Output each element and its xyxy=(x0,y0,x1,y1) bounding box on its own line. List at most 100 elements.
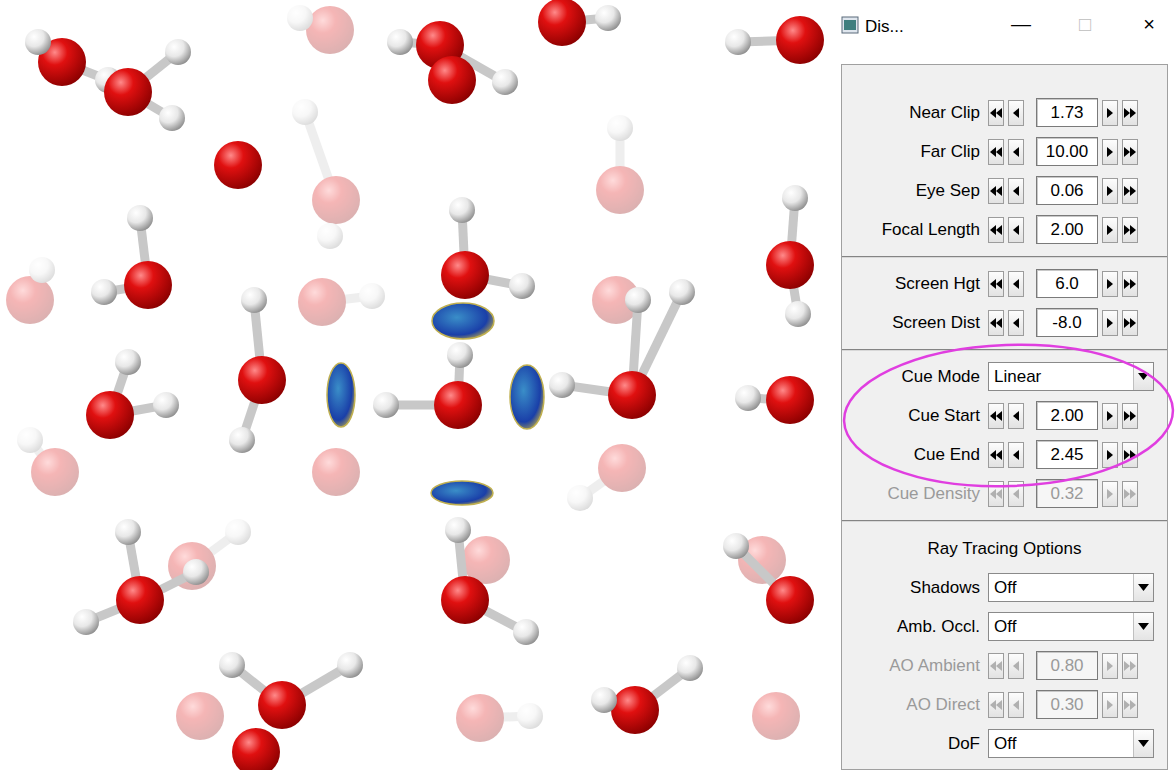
decrease-icon xyxy=(1013,450,1020,460)
increase-icon xyxy=(1107,225,1114,235)
setting-label: Screen Dist xyxy=(842,310,984,336)
setting-row: DoFOff xyxy=(842,724,1167,763)
dropdown-control[interactable]: Off xyxy=(988,612,1154,642)
dropdown-arrow-button[interactable] xyxy=(1133,613,1153,641)
value-field[interactable]: 0.06 xyxy=(1036,176,1098,206)
value-field[interactable]: 2.45 xyxy=(1036,440,1098,470)
dropdown-arrow-button[interactable] xyxy=(1133,363,1153,391)
value-field: 0.80 xyxy=(1036,651,1098,681)
value-field[interactable]: 10.00 xyxy=(1036,137,1098,167)
dropdown-arrow-button[interactable] xyxy=(1133,730,1153,758)
dropdown-field[interactable]: Linear xyxy=(988,362,1154,392)
fast-decrease-button[interactable] xyxy=(988,271,1004,297)
setting-label: AO Direct xyxy=(842,692,984,718)
increase-button[interactable] xyxy=(1102,271,1118,297)
water-molecule xyxy=(752,692,800,740)
value-field[interactable]: 6.0 xyxy=(1036,269,1098,299)
molecule-viewer[interactable] xyxy=(0,0,835,770)
spinner-control[interactable]: 1.73 xyxy=(988,98,1138,128)
value-field[interactable]: 2.00 xyxy=(1036,215,1098,245)
label-text: Screen Hgt xyxy=(895,274,980,293)
fast-decrease-button[interactable] xyxy=(988,139,1004,165)
minimize-button[interactable]: — xyxy=(1001,14,1041,34)
dropdown-control[interactable]: Off xyxy=(988,573,1154,603)
isosurface xyxy=(510,365,544,429)
increase-button[interactable] xyxy=(1102,100,1118,126)
increase-icon xyxy=(1107,108,1114,118)
fast-decrease-button[interactable] xyxy=(988,217,1004,243)
decrease-button[interactable] xyxy=(1008,100,1024,126)
increase-icon xyxy=(1107,700,1114,710)
label-text: Cue Density xyxy=(887,484,980,503)
dropdown-arrow-button[interactable] xyxy=(1133,574,1153,602)
spinner-control[interactable]: 2.45 xyxy=(988,440,1138,470)
group-title: Ray Tracing Options xyxy=(842,528,1167,568)
fast-increase-button[interactable] xyxy=(1122,403,1138,429)
fast-decrease-button[interactable] xyxy=(988,442,1004,468)
decrease-button[interactable] xyxy=(1008,139,1024,165)
fast-increase-icon xyxy=(1124,700,1136,710)
spinner-control[interactable]: 2.00 xyxy=(988,215,1138,245)
increase-button[interactable] xyxy=(1102,217,1118,243)
dropdown-control[interactable]: Off xyxy=(988,729,1154,759)
spinner-control[interactable]: -8.0 xyxy=(988,308,1138,338)
fast-increase-button[interactable] xyxy=(1122,100,1138,126)
close-button[interactable]: × xyxy=(1129,14,1169,34)
dropdown-field[interactable]: Off xyxy=(988,573,1154,603)
fast-decrease-button[interactable] xyxy=(988,178,1004,204)
fast-increase-button[interactable] xyxy=(1122,310,1138,336)
spinner-buttons xyxy=(988,310,1024,336)
decrease-button[interactable] xyxy=(1008,403,1024,429)
molecule-scene[interactable] xyxy=(0,0,835,770)
increase-button[interactable] xyxy=(1102,178,1118,204)
fast-increase-button[interactable] xyxy=(1122,442,1138,468)
dropdown-field[interactable]: Off xyxy=(988,612,1154,642)
water-molecule xyxy=(441,517,539,645)
down-arrow-icon xyxy=(1138,623,1149,630)
fast-increase-icon xyxy=(1124,186,1136,196)
dropdown-field[interactable]: Off xyxy=(988,729,1154,759)
fast-decrease-button[interactable] xyxy=(988,310,1004,336)
fast-decrease-button[interactable] xyxy=(988,403,1004,429)
decrease-button[interactable] xyxy=(1008,217,1024,243)
value-field[interactable]: 1.73 xyxy=(1036,98,1098,128)
fast-increase-button[interactable] xyxy=(1122,178,1138,204)
water-molecule xyxy=(17,427,79,496)
label-text: Far Clip xyxy=(920,142,980,161)
spinner-control[interactable]: 0.06 xyxy=(988,176,1138,206)
down-arrow-icon xyxy=(1138,373,1149,380)
setting-row: Screen Dist -8.0 xyxy=(842,303,1167,342)
decrease-button[interactable] xyxy=(1008,310,1024,336)
fast-increase-button[interactable] xyxy=(1122,271,1138,297)
decrease-button[interactable] xyxy=(1008,271,1024,297)
fast-increase-icon xyxy=(1124,147,1136,157)
setting-row: Cue ModeLinear xyxy=(842,357,1167,396)
dropdown-value: Off xyxy=(989,574,1133,602)
label-text: Screen Dist xyxy=(892,313,980,332)
water-molecule xyxy=(298,278,385,326)
setting-row: Far Clip 10.00 xyxy=(842,132,1167,171)
dropdown-control[interactable]: Linear xyxy=(988,362,1154,392)
decrease-button[interactable] xyxy=(1008,178,1024,204)
setting-label: AO Ambient xyxy=(842,653,984,679)
value-field[interactable]: 2.00 xyxy=(1036,401,1098,431)
spinner-control[interactable]: 10.00 xyxy=(988,137,1138,167)
fast-increase-button[interactable] xyxy=(1122,217,1138,243)
fast-decrease-button[interactable] xyxy=(988,100,1004,126)
decrease-button xyxy=(1008,653,1024,679)
increase-button[interactable] xyxy=(1102,403,1118,429)
increase-button[interactable] xyxy=(1102,310,1118,336)
fast-decrease-icon xyxy=(990,318,1002,328)
increase-icon xyxy=(1107,661,1114,671)
title-bar[interactable]: Dis...—□× xyxy=(835,0,1175,58)
decrease-button[interactable] xyxy=(1008,442,1024,468)
increase-button[interactable] xyxy=(1102,139,1118,165)
spinner-buttons xyxy=(1102,178,1138,204)
fast-increase-button[interactable] xyxy=(1122,139,1138,165)
spinner-control[interactable]: 6.0 xyxy=(988,269,1138,299)
spinner-buttons xyxy=(988,481,1024,507)
water-molecule xyxy=(441,197,535,299)
value-field[interactable]: -8.0 xyxy=(1036,308,1098,338)
increase-button[interactable] xyxy=(1102,442,1118,468)
spinner-control[interactable]: 2.00 xyxy=(988,401,1138,431)
